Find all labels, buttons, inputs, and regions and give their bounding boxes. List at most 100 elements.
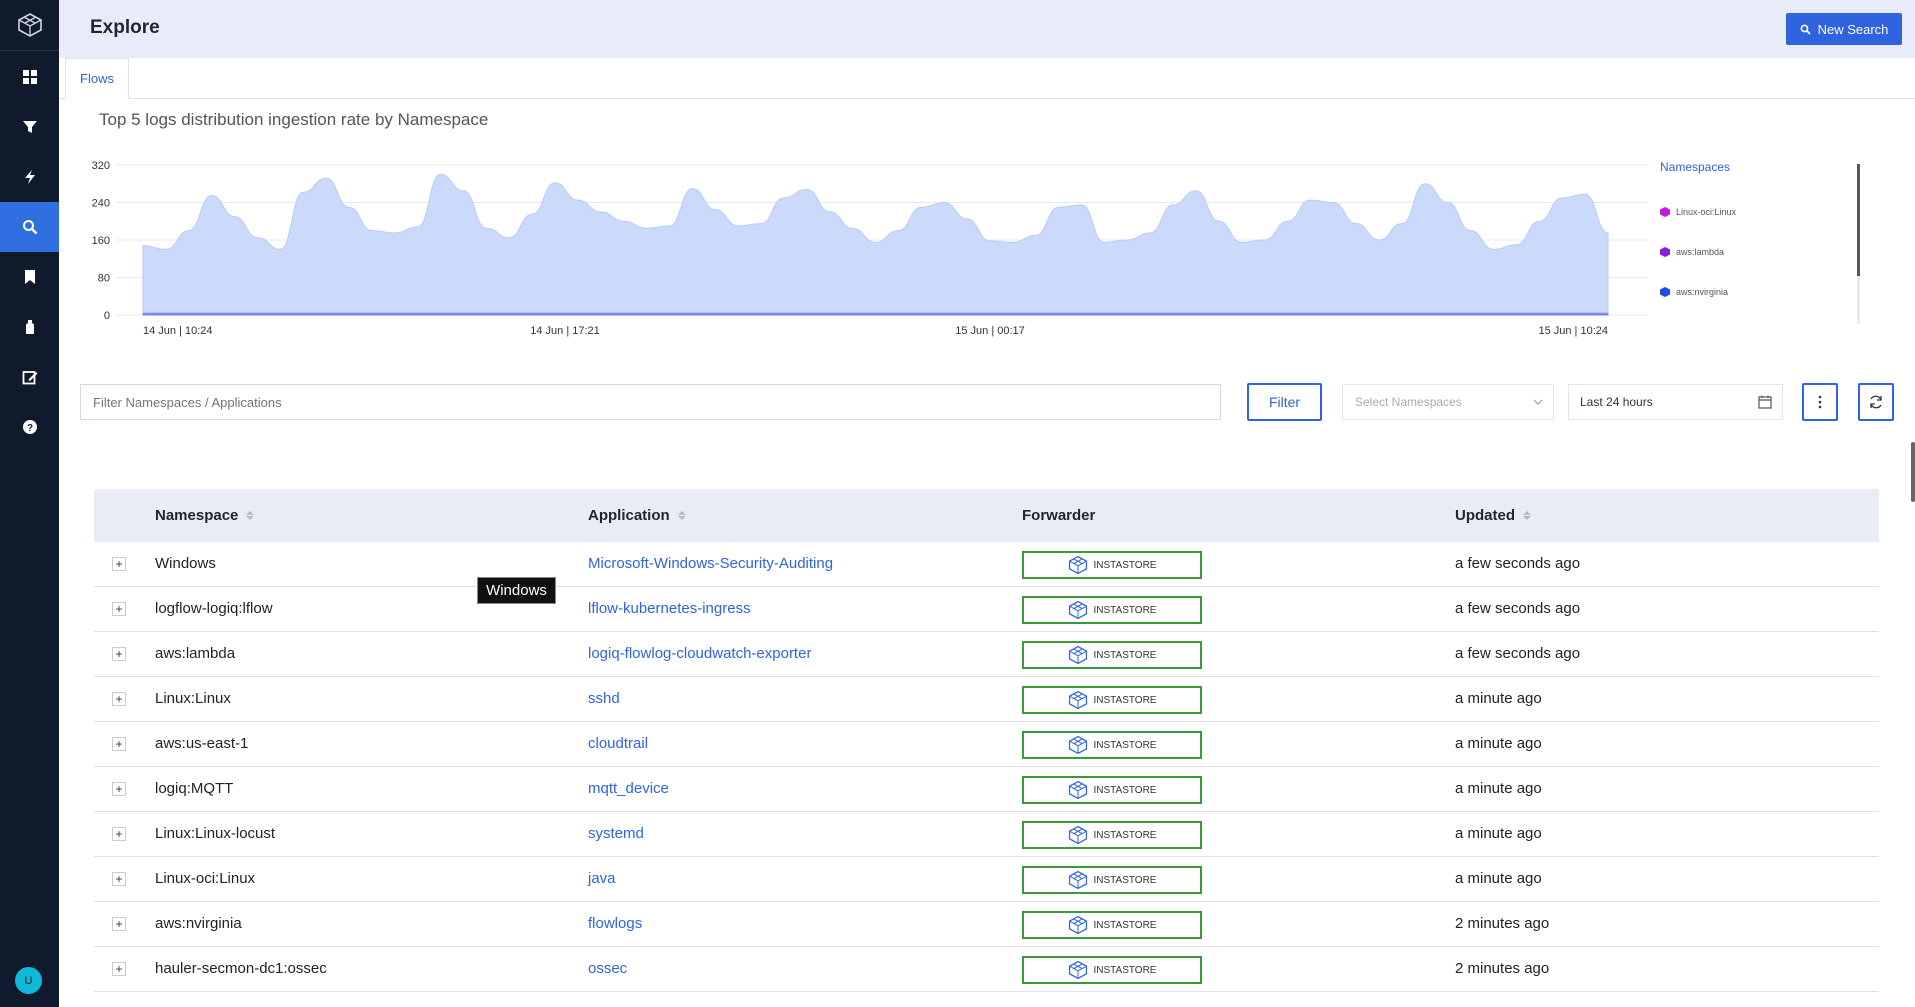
updated-cell: a few seconds ago bbox=[1455, 645, 1581, 662]
forwarder-badge: INSTASTORE bbox=[1022, 731, 1202, 759]
namespace-cell: logiq:MQTT bbox=[155, 780, 234, 797]
series-area-aws-nvirginia bbox=[142, 313, 1609, 316]
tab-flows[interactable]: Flows bbox=[65, 58, 129, 99]
application-link[interactable]: sshd bbox=[588, 690, 620, 707]
sort-icon[interactable] bbox=[677, 511, 686, 520]
dashboard-grid-icon bbox=[22, 70, 37, 84]
sort-icon[interactable] bbox=[246, 511, 255, 520]
table-row[interactable]: + Linux:Linux-locust systemd INSTASTORE a mi… bbox=[94, 812, 1879, 857]
column-header-application[interactable]: Application bbox=[588, 507, 686, 524]
legend-item[interactable]: aws:nvirginia bbox=[1660, 272, 1860, 312]
table-row[interactable]: + Windows Microsoft-Windows-Security-Audit… bbox=[94, 542, 1879, 587]
nav-bookmarks[interactable] bbox=[0, 252, 59, 302]
application-link[interactable]: systemd bbox=[588, 825, 644, 842]
forwarder-label: INSTASTORE bbox=[1093, 874, 1157, 886]
legend-swatch bbox=[1660, 207, 1670, 217]
page-scrollbar[interactable] bbox=[1911, 442, 1915, 502]
expand-row-button[interactable]: + bbox=[112, 557, 126, 571]
application-link[interactable]: java bbox=[588, 870, 616, 887]
application-link[interactable]: cloudtrail bbox=[588, 735, 648, 752]
avatar[interactable]: U bbox=[15, 967, 42, 994]
forwarder-badge: INSTASTORE bbox=[1022, 686, 1202, 714]
instastore-logo-icon bbox=[1068, 645, 1087, 665]
legend-swatch bbox=[1660, 287, 1670, 297]
expand-row-button[interactable]: + bbox=[112, 647, 126, 661]
expand-row-button[interactable]: + bbox=[112, 602, 126, 616]
forwarder-badge: INSTASTORE bbox=[1022, 776, 1202, 804]
more-options-button[interactable] bbox=[1802, 383, 1838, 421]
svg-text:?: ? bbox=[26, 423, 32, 434]
updated-cell: 2 minutes ago bbox=[1455, 960, 1550, 977]
expand-row-button[interactable]: + bbox=[112, 782, 126, 796]
table-row[interactable]: + hauler-secmon-dc1:ossec ossec INSTASTORE 2… bbox=[94, 947, 1879, 992]
table-row[interactable]: + logiq:MQTT mqtt_device INSTASTORE a minute… bbox=[94, 767, 1879, 812]
expand-row-button[interactable]: + bbox=[112, 962, 126, 976]
ingestion-area-chart: 0 80 160 240 320 14 Jun | 10:24 14 Jun | 17:21… bbox=[92, 160, 1648, 337]
filter-search-input[interactable] bbox=[80, 384, 1221, 420]
sort-icon[interactable] bbox=[1523, 511, 1531, 520]
expand-row-button[interactable]: + bbox=[112, 737, 126, 751]
legend-title: Namespaces bbox=[1660, 160, 1731, 174]
forwarder-badge: INSTASTORE bbox=[1022, 596, 1202, 624]
forwarder-label: INSTASTORE bbox=[1093, 919, 1157, 931]
kebab-menu-icon bbox=[1818, 395, 1822, 409]
nav-alerts[interactable] bbox=[0, 152, 59, 202]
x-tick-label: 15 Jun | 00:17 bbox=[955, 325, 1025, 337]
column-header-updated[interactable]: Updated bbox=[1455, 507, 1531, 524]
table-row[interactable]: + Linux-oci:Linux java INSTASTORE a minute a… bbox=[94, 857, 1879, 902]
table-row[interactable]: + aws:us-east-1 cloudtrail INSTASTORE a minu… bbox=[94, 722, 1879, 767]
updated-cell: a minute ago bbox=[1455, 825, 1542, 842]
header: Explore New Search bbox=[59, 0, 1915, 58]
namespace-cell: hauler-secmon-dc1:ossec bbox=[155, 960, 327, 977]
forwarder-badge: INSTASTORE bbox=[1022, 821, 1202, 849]
namespace-select[interactable]: Select Namespaces bbox=[1342, 384, 1554, 420]
tab-bar: Flows bbox=[59, 58, 1915, 99]
nav-explore[interactable] bbox=[0, 202, 59, 252]
legend-item[interactable]: aws:lambda bbox=[1660, 232, 1860, 272]
expand-row-button[interactable]: + bbox=[112, 827, 126, 841]
application-link[interactable]: ossec bbox=[588, 960, 627, 977]
application-link[interactable]: logiq-flowlog-cloudwatch-exporter bbox=[588, 645, 811, 662]
time-range-picker[interactable]: Last 24 hours bbox=[1568, 384, 1783, 420]
expand-row-button[interactable]: + bbox=[112, 872, 126, 886]
nav-help[interactable]: ? bbox=[0, 402, 59, 452]
refresh-button[interactable] bbox=[1858, 383, 1894, 421]
forwarder-label: INSTASTORE bbox=[1093, 604, 1157, 616]
legend-label: Linux-oci:Linux bbox=[1676, 207, 1737, 217]
y-tick-label: 320 bbox=[92, 160, 110, 172]
application-link[interactable]: Microsoft-Windows-Security-Auditing bbox=[588, 555, 833, 572]
nav-pipelines[interactable] bbox=[0, 102, 59, 152]
namespace-tooltip: Windows bbox=[477, 577, 556, 604]
filter-button[interactable]: Filter bbox=[1247, 383, 1322, 421]
legend-swatch bbox=[1660, 247, 1670, 257]
new-search-button[interactable]: New Search bbox=[1786, 13, 1902, 45]
bottle-icon bbox=[25, 320, 34, 334]
updated-cell: a minute ago bbox=[1455, 780, 1542, 797]
instastore-logo-icon bbox=[1068, 870, 1087, 890]
application-link[interactable]: flowlogs bbox=[588, 915, 642, 932]
table-row[interactable]: + aws:nvirginia flowlogs INSTASTORE 2 minute… bbox=[94, 902, 1879, 947]
nav-dashboards[interactable] bbox=[0, 52, 59, 102]
table-body: + Windows Microsoft-Windows-Security-Audit… bbox=[94, 542, 1879, 992]
table-row[interactable]: + Linux:Linux sshd INSTASTORE a minute ago bbox=[94, 677, 1879, 722]
instastore-logo-icon bbox=[1068, 780, 1087, 800]
nav-integrations[interactable] bbox=[0, 302, 59, 352]
namespace-cell: Linux-oci:Linux bbox=[155, 870, 256, 887]
legend-item[interactable]: Linux-oci:Linux bbox=[1660, 192, 1860, 232]
legend-scrollbar-thumb[interactable] bbox=[1857, 164, 1860, 276]
table-row[interactable]: + aws:lambda logiq-flowlog-cloudwatch-expo… bbox=[94, 632, 1879, 677]
x-tick-label: 14 Jun | 17:21 bbox=[530, 325, 600, 337]
logo[interactable] bbox=[0, 0, 59, 51]
nav-edit[interactable] bbox=[0, 352, 59, 402]
expand-row-button[interactable]: + bbox=[112, 692, 126, 706]
table-row[interactable]: + logflow-logiq:lflow lflow-kubernetes-ing… bbox=[94, 587, 1879, 632]
forwarder-label: INSTASTORE bbox=[1093, 784, 1157, 796]
application-link[interactable]: lflow-kubernetes-ingress bbox=[588, 600, 751, 617]
help-icon: ? bbox=[22, 420, 37, 434]
expand-row-button[interactable]: + bbox=[112, 917, 126, 931]
legend-label: aws:lambda bbox=[1676, 247, 1725, 257]
chevron-down-icon bbox=[1533, 399, 1543, 405]
new-search-label: New Search bbox=[1817, 21, 1889, 37]
application-link[interactable]: mqtt_device bbox=[588, 780, 669, 797]
column-header-namespace[interactable]: Namespace bbox=[155, 507, 255, 524]
